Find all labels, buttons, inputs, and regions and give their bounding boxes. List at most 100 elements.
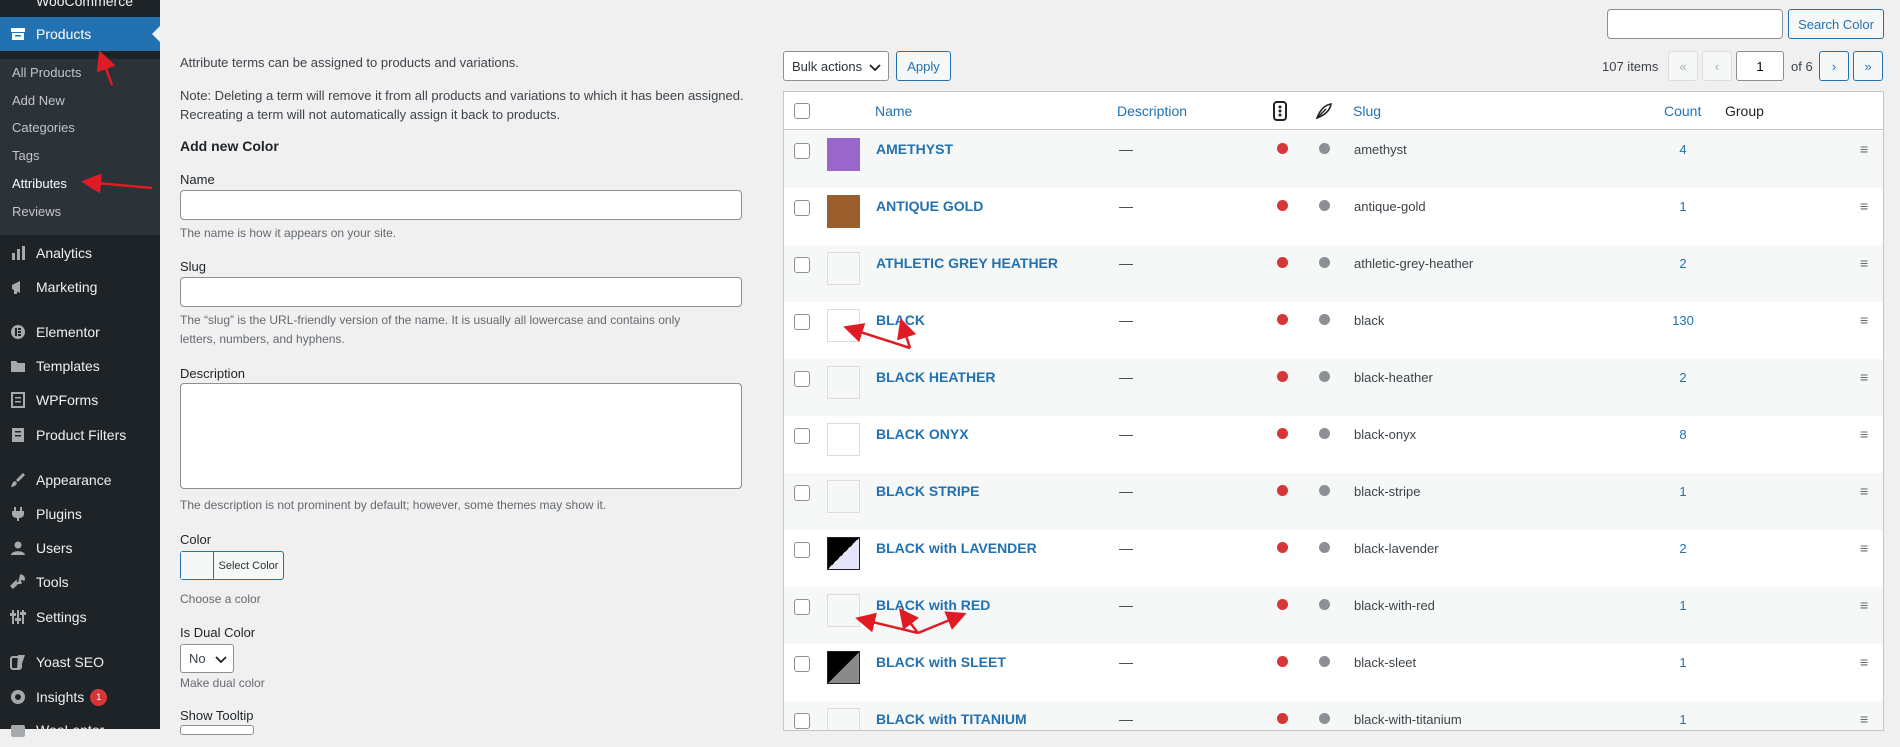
row-checkbox[interactable] bbox=[794, 542, 810, 558]
term-name-link[interactable]: ATHLETIC GREY HEATHER bbox=[876, 255, 1058, 271]
sidebar-item-product-filters[interactable]: Product Filters bbox=[0, 418, 160, 452]
row-checkbox[interactable] bbox=[794, 200, 810, 216]
folder-icon bbox=[0, 358, 36, 374]
sidebar-item-products[interactable]: Products bbox=[0, 17, 160, 51]
bulk-actions-select[interactable]: Bulk actions bbox=[783, 51, 889, 81]
sidebar-item-users[interactable]: Users bbox=[0, 531, 160, 565]
drag-handle-icon[interactable]: ≡ bbox=[1860, 711, 1868, 727]
description-textarea[interactable] bbox=[180, 383, 742, 489]
term-name-link[interactable]: BLACK with RED bbox=[876, 597, 990, 613]
drag-handle-icon[interactable]: ≡ bbox=[1860, 540, 1868, 556]
term-count-link[interactable]: 1 bbox=[1653, 598, 1713, 613]
sidebar-item-appearance[interactable]: Appearance bbox=[0, 463, 160, 497]
column-group: Group bbox=[1725, 103, 1764, 119]
drag-handle-icon[interactable]: ≡ bbox=[1860, 597, 1868, 613]
term-count-link[interactable]: 2 bbox=[1653, 370, 1713, 385]
slug-help-line1: The “slug” is the URL-friendly version o… bbox=[180, 313, 681, 327]
row-checkbox[interactable] bbox=[794, 428, 810, 444]
drag-handle-icon[interactable]: ≡ bbox=[1860, 483, 1868, 499]
term-name-link[interactable]: BLACK STRIPE bbox=[876, 483, 979, 499]
term-name-link[interactable]: AMETHYST bbox=[876, 141, 953, 157]
row-checkbox[interactable] bbox=[794, 314, 810, 330]
prev-page-button[interactable]: ‹ bbox=[1702, 51, 1732, 81]
column-count[interactable]: Count bbox=[1664, 103, 1701, 119]
tooltip-select[interactable] bbox=[180, 725, 254, 735]
current-page-input[interactable] bbox=[1736, 51, 1784, 81]
sidebar-item-plugins[interactable]: Plugins bbox=[0, 497, 160, 531]
submenu-attributes[interactable]: Attributes bbox=[12, 174, 67, 194]
apply-button[interactable]: Apply bbox=[896, 51, 951, 81]
term-name-link[interactable]: BLACK with LAVENDER bbox=[876, 540, 1037, 556]
sidebar-item-insights[interactable]: Insights 1 bbox=[0, 680, 160, 714]
notification-badge: 1 bbox=[90, 688, 108, 706]
sidebar-item-analytics[interactable]: Analytics bbox=[0, 236, 160, 270]
sidebar-item-elementor[interactable]: Elementor bbox=[0, 315, 160, 349]
submenu-all-products[interactable]: All Products bbox=[12, 63, 81, 83]
term-name-link[interactable]: BLACK with SLEET bbox=[876, 654, 1006, 670]
column-slug[interactable]: Slug bbox=[1353, 103, 1381, 119]
status-dot bbox=[1319, 314, 1330, 325]
term-count-link[interactable]: 2 bbox=[1653, 256, 1713, 271]
row-checkbox[interactable] bbox=[794, 143, 810, 159]
sidebar-item-woolentor[interactable]: WooLentor bbox=[0, 713, 160, 747]
term-count-link[interactable]: 1 bbox=[1653, 655, 1713, 670]
submenu-tags[interactable]: Tags bbox=[12, 146, 39, 166]
row-checkbox[interactable] bbox=[794, 485, 810, 501]
term-name-link[interactable]: BLACK ONYX bbox=[876, 426, 969, 442]
term-count-link[interactable]: 8 bbox=[1653, 427, 1713, 442]
term-count-link[interactable]: 4 bbox=[1653, 142, 1713, 157]
row-checkbox[interactable] bbox=[794, 371, 810, 387]
term-count-link[interactable]: 1 bbox=[1653, 712, 1713, 727]
status-dot bbox=[1319, 656, 1330, 667]
slug-input[interactable] bbox=[180, 277, 742, 307]
sidebar-item-yoast[interactable]: Yoast SEO bbox=[0, 645, 160, 679]
term-count-link[interactable]: 1 bbox=[1653, 199, 1713, 214]
drag-handle-icon[interactable]: ≡ bbox=[1860, 654, 1868, 670]
color-swatch bbox=[827, 651, 860, 684]
first-page-button[interactable]: « bbox=[1668, 51, 1698, 81]
row-checkbox[interactable] bbox=[794, 713, 810, 729]
term-count-link[interactable]: 1 bbox=[1653, 484, 1713, 499]
submenu-categories[interactable]: Categories bbox=[12, 118, 75, 138]
search-input[interactable] bbox=[1607, 9, 1783, 39]
term-count-link[interactable]: 2 bbox=[1653, 541, 1713, 556]
term-name-link[interactable]: BLACK bbox=[876, 312, 925, 328]
sidebar-item-label: WooLentor bbox=[36, 722, 105, 738]
sidebar-item-settings[interactable]: Settings bbox=[0, 600, 160, 634]
submenu-add-new[interactable]: Add New bbox=[12, 91, 65, 111]
term-count-link[interactable]: 130 bbox=[1653, 313, 1713, 328]
select-all-checkbox[interactable] bbox=[794, 103, 810, 119]
column-name[interactable]: Name bbox=[875, 103, 912, 119]
drag-handle-icon[interactable]: ≡ bbox=[1860, 198, 1868, 214]
last-page-button[interactable]: » bbox=[1853, 51, 1883, 81]
sidebar-item-label: Insights bbox=[36, 689, 85, 705]
sidebar-item-woocommerce[interactable]: WooCommerce bbox=[0, 0, 160, 18]
sidebar-item-marketing[interactable]: Marketing bbox=[0, 270, 160, 304]
form-heading: Add new Color bbox=[180, 138, 279, 154]
search-button[interactable]: Search Color bbox=[1788, 9, 1884, 39]
submenu-reviews[interactable]: Reviews bbox=[12, 202, 61, 222]
paintbrush-icon bbox=[0, 472, 36, 488]
row-checkbox[interactable] bbox=[794, 599, 810, 615]
next-page-button[interactable]: › bbox=[1819, 51, 1849, 81]
drag-handle-icon[interactable]: ≡ bbox=[1860, 255, 1868, 271]
term-name-link[interactable]: BLACK HEATHER bbox=[876, 369, 996, 385]
dual-color-select[interactable]: No bbox=[180, 644, 234, 673]
sidebar-item-templates[interactable]: Templates bbox=[0, 349, 160, 383]
row-checkbox[interactable] bbox=[794, 257, 810, 273]
drag-handle-icon[interactable]: ≡ bbox=[1860, 369, 1868, 385]
row-checkbox[interactable] bbox=[794, 656, 810, 672]
term-name-link[interactable]: ANTIQUE GOLD bbox=[876, 198, 983, 214]
term-name-link[interactable]: BLACK with TITANIUM bbox=[876, 711, 1027, 727]
sidebar-item-label: Yoast SEO bbox=[36, 654, 104, 670]
drag-handle-icon[interactable]: ≡ bbox=[1860, 426, 1868, 442]
term-description: — bbox=[1119, 255, 1133, 271]
name-input[interactable] bbox=[180, 190, 742, 220]
archive-icon bbox=[0, 26, 36, 42]
sidebar-item-wpforms[interactable]: WPForms bbox=[0, 383, 160, 417]
color-picker-button[interactable]: Select Color bbox=[180, 551, 284, 580]
column-description[interactable]: Description bbox=[1117, 103, 1187, 119]
drag-handle-icon[interactable]: ≡ bbox=[1860, 141, 1868, 157]
sidebar-item-tools[interactable]: Tools bbox=[0, 565, 160, 599]
drag-handle-icon[interactable]: ≡ bbox=[1860, 312, 1868, 328]
